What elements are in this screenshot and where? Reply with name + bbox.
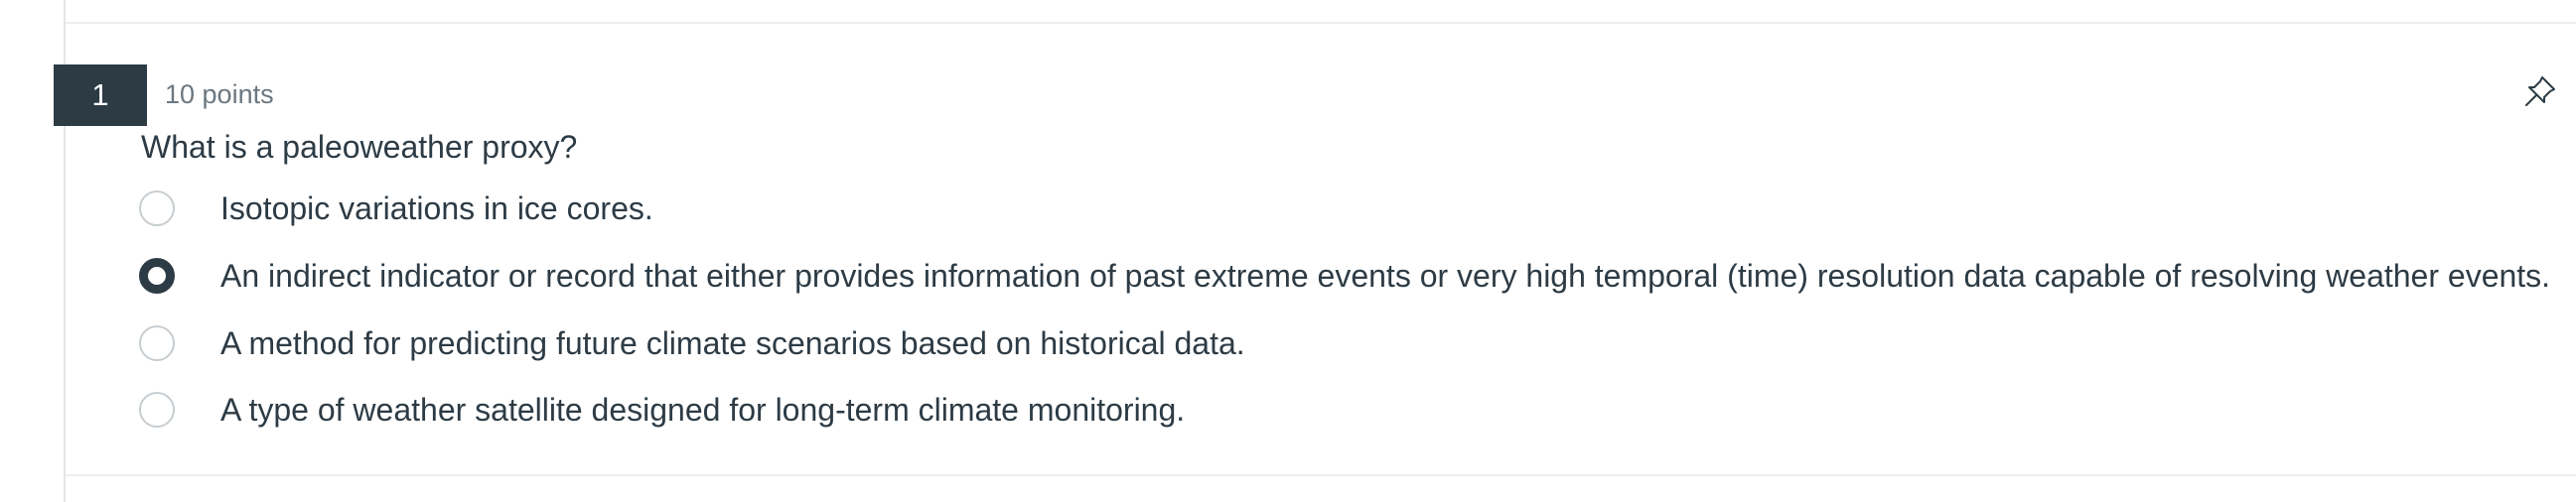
radio-button[interactable] (139, 325, 175, 361)
answer-option[interactable]: A method for predicting future climate s… (139, 315, 2562, 371)
radio-button[interactable] (139, 392, 175, 428)
answer-label: An indirect indicator or record that eit… (220, 257, 2551, 294)
question-number-badge: 1 (54, 64, 147, 126)
question-points: 10 points (165, 79, 274, 109)
question-text: What is a paleoweather proxy? (141, 129, 578, 165)
top-divider (66, 22, 2576, 24)
answer-option[interactable]: Isotopic variations in ice cores. (139, 181, 2562, 236)
radio-button-selected[interactable] (139, 258, 175, 294)
radio-button[interactable] (139, 190, 175, 226)
bottom-divider (66, 474, 2576, 476)
answer-label: A type of weather satellite designed for… (220, 391, 1186, 428)
answer-label: Isotopic variations in ice cores. (220, 189, 653, 226)
answer-option[interactable]: An indirect indicator or record that eit… (139, 248, 2562, 304)
pin-icon[interactable] (2520, 71, 2560, 111)
answer-label: A method for predicting future climate s… (220, 324, 1245, 361)
answer-option[interactable]: A type of weather satellite designed for… (139, 382, 2562, 438)
